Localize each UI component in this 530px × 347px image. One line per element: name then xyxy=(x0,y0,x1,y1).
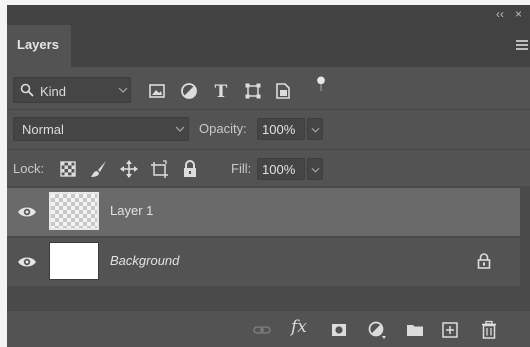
layer-name[interactable]: Background xyxy=(110,253,179,268)
opacity-slider-button[interactable] xyxy=(307,118,323,140)
tab-layers[interactable]: Layers xyxy=(7,25,71,67)
blend-mode-select[interactable]: Normal xyxy=(13,117,189,141)
chevron-down-icon xyxy=(311,127,320,133)
collapse-panel-button[interactable]: ‹‹ xyxy=(496,7,504,21)
fill-input[interactable]: 100% xyxy=(257,158,305,180)
layer-row-layer-1[interactable]: Layer 1 xyxy=(7,188,520,236)
chevron-down-icon xyxy=(175,126,185,132)
visibility-eye-icon[interactable] xyxy=(17,205,37,219)
layer-name[interactable]: Layer 1 xyxy=(110,203,153,218)
filter-kind-label: Kind xyxy=(40,84,67,99)
panel-footer: fx xyxy=(7,310,530,347)
fill-value: 100% xyxy=(262,162,296,177)
chevron-down-icon xyxy=(118,87,128,93)
new-layer-icon[interactable] xyxy=(440,320,460,340)
new-fill-adjustment-icon[interactable] xyxy=(367,320,387,340)
new-group-icon[interactable] xyxy=(405,320,425,340)
type-filter-icon[interactable]: T xyxy=(211,81,231,101)
smart-object-filter-icon[interactable] xyxy=(273,81,293,101)
fill-slider-button[interactable] xyxy=(307,158,323,180)
link-layers-icon[interactable] xyxy=(252,320,272,340)
layer-locked-icon[interactable] xyxy=(477,253,491,269)
opacity-input[interactable]: 100% xyxy=(257,118,305,140)
visibility-eye-icon[interactable] xyxy=(17,255,37,269)
add-mask-icon[interactable] xyxy=(329,320,349,340)
fill-label: Fill: xyxy=(231,161,252,176)
filter-toggle-icon[interactable] xyxy=(311,75,331,95)
close-panel-button[interactable]: × xyxy=(515,7,522,21)
panel-title-bar: ‹‹ × xyxy=(7,5,530,25)
lock-label: Lock: xyxy=(13,161,45,176)
tab-layers-label: Layers xyxy=(17,37,59,52)
adjustment-filter-icon[interactable] xyxy=(179,81,199,101)
lock-all-icon[interactable] xyxy=(180,159,200,179)
shape-filter-icon[interactable] xyxy=(243,81,263,101)
opacity-value: 100% xyxy=(262,122,296,137)
layer-thumbnail[interactable] xyxy=(49,242,99,280)
search-icon xyxy=(20,83,34,97)
lock-position-icon[interactable] xyxy=(119,159,139,179)
layer-style-icon[interactable]: fx xyxy=(291,317,317,337)
layers-panel: ‹‹ × Layers Kind T Normal Opacity: 100% … xyxy=(7,5,530,347)
opacity-label: Opacity: xyxy=(199,121,247,136)
chevron-down-icon xyxy=(311,167,320,173)
layer-row-background[interactable]: Background xyxy=(7,238,520,286)
svg-text:T: T xyxy=(215,82,228,101)
blend-mode-value: Normal xyxy=(22,122,64,137)
fx-label: fx xyxy=(291,317,307,337)
lock-artboard-icon[interactable] xyxy=(149,159,169,179)
delete-layer-icon[interactable] xyxy=(479,320,499,340)
tab-bar: Layers xyxy=(7,25,530,67)
layer-thumbnail[interactable] xyxy=(49,192,99,230)
lock-transparent-pixels-icon[interactable] xyxy=(58,159,78,179)
filter-kind-select[interactable]: Kind xyxy=(13,77,131,103)
image-filter-icon[interactable] xyxy=(147,81,167,101)
lock-image-pixels-icon[interactable] xyxy=(89,159,109,179)
panel-menu-icon[interactable] xyxy=(516,40,528,52)
